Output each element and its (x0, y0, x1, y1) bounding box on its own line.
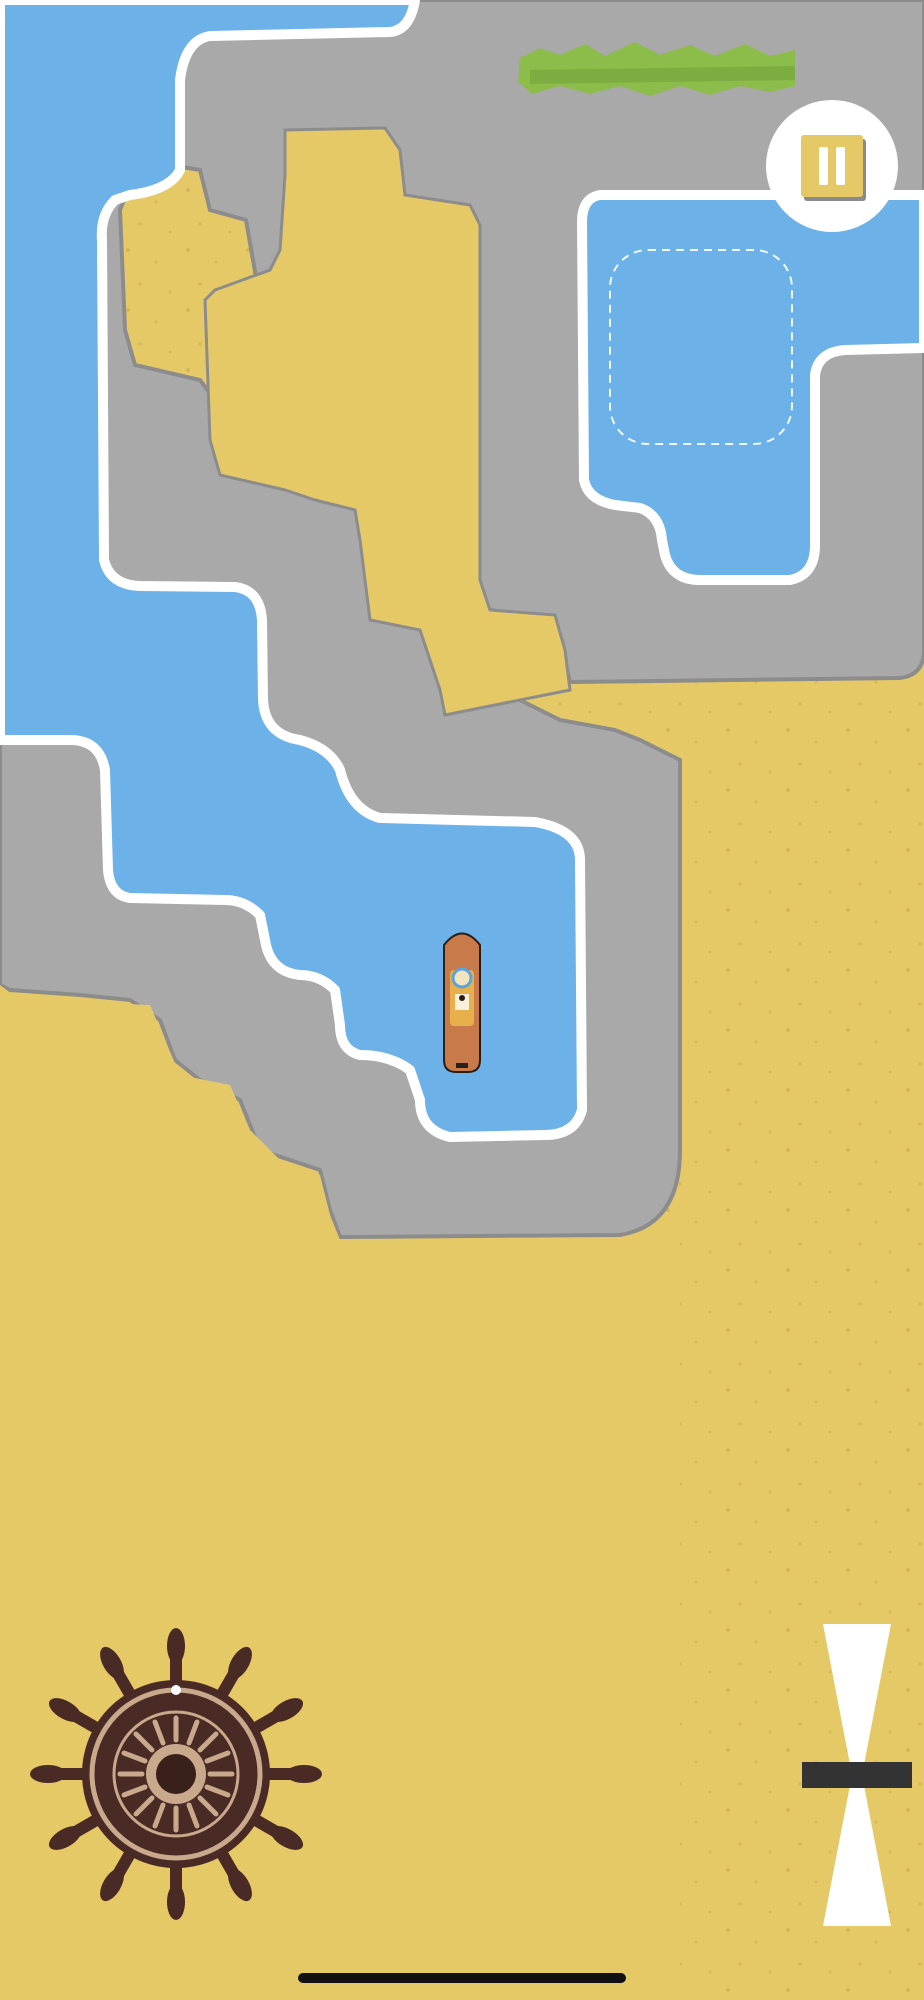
pause-icon-bar-right (836, 147, 845, 185)
pause-icon (801, 135, 863, 197)
throttle-control[interactable] (798, 1622, 916, 1928)
boat-window (451, 967, 473, 989)
boat-stern-detail (456, 1063, 468, 1068)
ship-wheel-icon (30, 1628, 322, 1920)
boat-porthole (459, 995, 465, 1001)
pause-icon-bar-left (819, 147, 828, 185)
wheel-top-marker (171, 1685, 181, 1695)
wheel-hub-center (156, 1754, 196, 1794)
throttle-handle[interactable] (802, 1762, 912, 1788)
game-screen (0, 0, 924, 2000)
pause-button[interactable] (766, 100, 898, 232)
steering-wheel[interactable] (24, 1622, 328, 1926)
player-boat (443, 932, 481, 1073)
home-indicator-bar (298, 1973, 626, 1983)
